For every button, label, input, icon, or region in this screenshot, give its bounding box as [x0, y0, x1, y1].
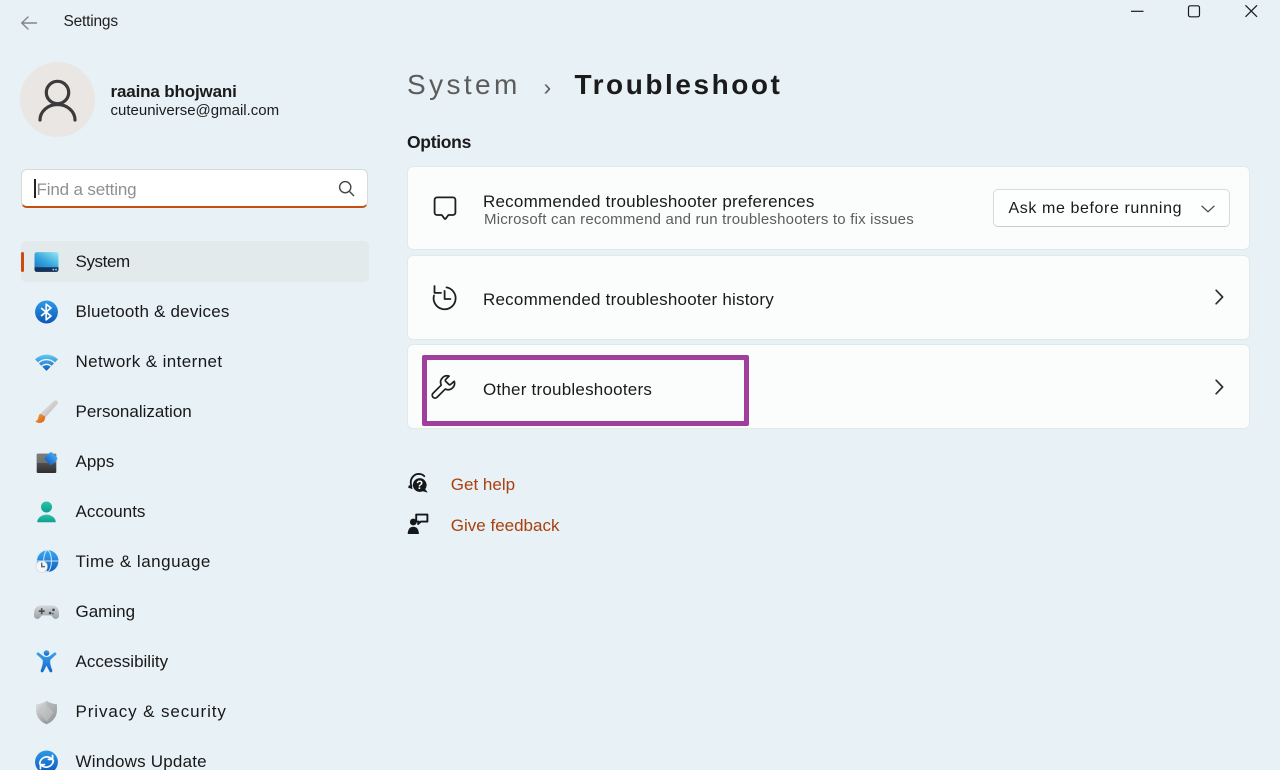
- svg-text:?: ?: [416, 480, 423, 492]
